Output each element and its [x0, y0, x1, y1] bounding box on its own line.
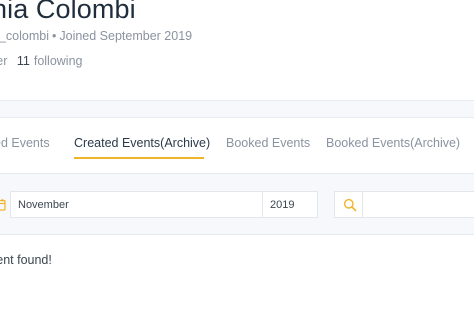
tab-created-events[interactable]: ed Events [0, 136, 50, 150]
month-value: November [18, 199, 69, 211]
year-select[interactable]: 2019 [262, 191, 318, 218]
separator-dot: • [51, 29, 57, 43]
search-button[interactable] [334, 191, 364, 218]
year-value: 2019 [270, 199, 295, 211]
following-link[interactable]: following [34, 54, 83, 68]
calendar-icon[interactable] [0, 198, 6, 211]
profile-meta: a_colombi•Joined September 2019 [0, 29, 192, 43]
tab-booked-events-archive[interactable]: Booked Events(Archive) [326, 136, 460, 150]
search-icon [343, 198, 357, 212]
profile-name: nia Colombi [0, 0, 136, 24]
tab-created-events-archive[interactable]: Created Events(Archive) [74, 136, 210, 150]
joined-date: Joined September 2019 [59, 29, 193, 43]
followers-link[interactable]: ver [0, 54, 7, 68]
profile-stats: ver 11 following [0, 54, 82, 68]
following-count[interactable]: 11 [17, 54, 30, 68]
tab-booked-events[interactable]: Booked Events [226, 136, 310, 150]
month-select[interactable]: November [10, 191, 264, 218]
empty-state-message: vent found! [0, 253, 52, 267]
section-divider [0, 100, 474, 118]
username: a_colombi [0, 29, 49, 43]
search-input[interactable] [362, 191, 474, 218]
active-tab-indicator [74, 157, 204, 159]
